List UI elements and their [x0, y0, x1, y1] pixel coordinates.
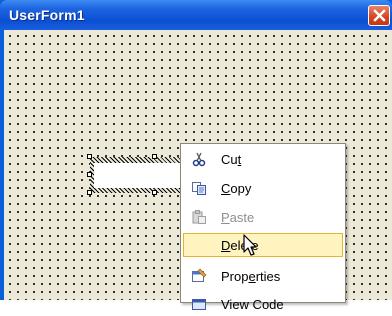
paste-icon [192, 210, 206, 224]
resize-handle-nw[interactable] [87, 154, 92, 159]
menu-item-view-code[interactable]: View Code [183, 292, 343, 316]
menu-item-cut[interactable]: Cut [183, 147, 343, 171]
menu-item-paste[interactable]: Paste [183, 205, 343, 229]
close-icon [373, 9, 386, 22]
resize-handle-w[interactable] [87, 172, 92, 177]
window-title: UserForm1 [9, 7, 85, 23]
scissors-icon [192, 152, 206, 167]
delete-icon [192, 238, 208, 254]
resize-handle-n[interactable] [152, 154, 157, 159]
menu-item-delete[interactable]: Delete [183, 233, 343, 257]
resize-handle-s[interactable] [152, 190, 157, 195]
properties-icon [192, 268, 207, 282]
copy-icon [192, 182, 206, 195]
menu-item-properties[interactable]: Properties [183, 264, 343, 288]
close-button[interactable] [368, 5, 390, 26]
menu-item-copy[interactable]: Copy [183, 176, 343, 200]
title-bar[interactable]: UserForm1 [0, 0, 392, 30]
context-menu: Cut Copy Paste Delete Properties [180, 143, 346, 312]
mouse-pointer-icon [243, 234, 257, 256]
resize-handle-sw[interactable] [87, 190, 92, 195]
view-code-icon [192, 299, 206, 310]
